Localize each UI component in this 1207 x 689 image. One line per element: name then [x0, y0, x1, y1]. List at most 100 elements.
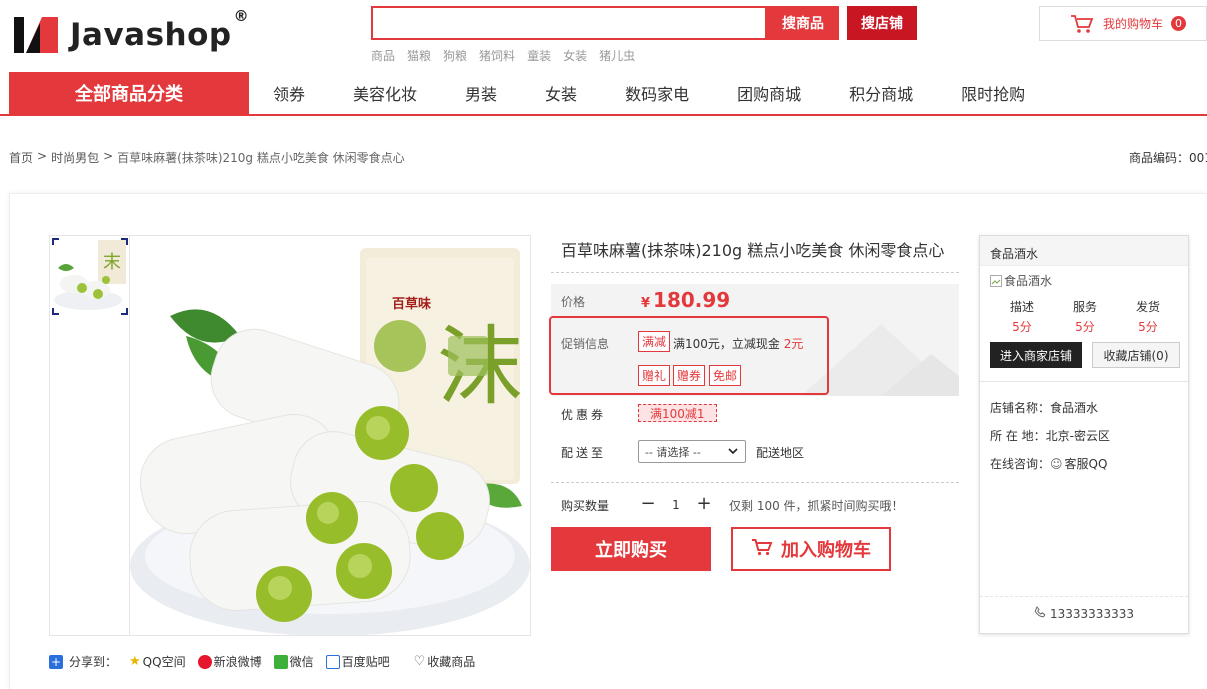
ship-region-select[interactable]: -- 请选择 -- [638, 440, 746, 463]
promo-tag-coupon: 赠券 [673, 365, 706, 386]
add-to-cart-button[interactable]: 加入购物车 [731, 527, 891, 571]
hot-word[interactable]: 猪饲料 [479, 47, 515, 64]
score-description: 描述 5分 [1009, 300, 1034, 334]
share-qzone[interactable]: ★ QQ空间 [129, 653, 186, 670]
qq-icon: ☺ [1050, 456, 1063, 471]
divider [551, 272, 959, 273]
coupon-badge[interactable]: 满100减1 [638, 404, 717, 422]
hot-word[interactable]: 猫粮 [407, 47, 431, 64]
promo-label: 促销信息 [561, 337, 610, 351]
svg-text:末: 末 [103, 252, 121, 273]
share-tieba[interactable]: 百度贴吧 [325, 653, 390, 670]
logo-text: Javashop® [70, 7, 250, 53]
nav-item-beauty[interactable]: 美容化妆 [329, 81, 441, 105]
qzone-icon: ★ [129, 654, 141, 669]
divider [551, 482, 959, 483]
buy-now-button[interactable]: 立即购买 [551, 527, 711, 571]
wechat-icon [273, 654, 288, 669]
shop-phone: 13333333333 [980, 606, 1188, 621]
enter-shop-button[interactable]: 进入商家店铺 [990, 342, 1082, 368]
nav-item-womenswear[interactable]: 女装 [521, 81, 601, 105]
share-bar: + 分享到： ★ QQ空间 新浪微博 微信 百度贴吧 ♡ 收藏商品 [49, 653, 475, 670]
score-service: 服务 5分 [1072, 300, 1097, 334]
promo-text: 满100元，立减现金 2元 [673, 337, 804, 351]
hot-word[interactable]: 狗粮 [443, 47, 467, 64]
score-delivery: 发货 5分 [1135, 300, 1160, 334]
favorite-shop-button[interactable]: 收藏店铺(0) [1092, 342, 1180, 368]
search-goods-button[interactable]: 搜商品 [767, 6, 839, 40]
hot-word[interactable]: 童装 [527, 47, 551, 64]
cart-button[interactable]: 我的购物车 0 [1039, 6, 1207, 41]
nav-item-groupbuy[interactable]: 团购商城 [713, 81, 825, 105]
tieba-icon [325, 654, 340, 669]
divider [980, 596, 1188, 597]
nav-item-digital[interactable]: 数码家电 [601, 81, 713, 105]
breadcrumb-sep: > [103, 149, 114, 163]
share-plus-icon: + [49, 654, 63, 669]
nav-items: 领券 美容化妆 男装 女装 数码家电 团购商城 积分商城 限时抢购 [249, 72, 1049, 114]
price-label: 价格 [561, 295, 586, 309]
price-value: ¥180.99 [641, 288, 731, 312]
breadcrumb-sep: > [37, 149, 48, 163]
shop-panel: 食品酒水 食品酒水 描述 5分 服务 5分 发货 5分 进入商家店铺 收藏店铺(0) … [979, 235, 1189, 634]
hot-word[interactable]: 商品 [371, 47, 395, 64]
search-shop-button[interactable]: 搜店铺 [847, 6, 917, 40]
breadcrumb: 首页 > 时尚男包 > 百草味麻薯(抹茶味)210g 糕点小吃美食 休闲零食点心 [9, 149, 405, 166]
nav-item-coupons[interactable]: 领券 [249, 81, 329, 105]
thumbnail-list: 末 [49, 235, 130, 636]
shop-logo-image[interactable]: 食品酒水 [990, 272, 1052, 289]
search-input[interactable] [373, 8, 765, 38]
ship-label: 配送至 [561, 446, 607, 460]
promo-tag-gift: 赠礼 [638, 365, 671, 386]
stock-text: 仅剩 100 件，抓紧时间购买哦！ [729, 499, 904, 513]
promo-tag-freeship: 免邮 [709, 365, 742, 386]
breadcrumb-category[interactable]: 时尚男包 [51, 149, 99, 166]
qty-plus-button[interactable]: + [694, 495, 714, 515]
nav-item-flashsale[interactable]: 限时抢购 [937, 81, 1049, 105]
cart-count-badge: 0 [1171, 16, 1187, 31]
goods-code: 商品编码：001 [1129, 151, 1207, 165]
breadcrumb-current: 百草味麻薯(抹茶味)210g 糕点小吃美食 休闲零食点心 [117, 151, 405, 165]
cart-icon [1070, 14, 1094, 37]
share-label: 分享到： [69, 655, 118, 669]
hot-word[interactable]: 女装 [563, 47, 587, 64]
share-weibo[interactable]: 新浪微博 [197, 653, 262, 670]
thumbnail-image: 末 [54, 240, 126, 310]
weibo-icon [197, 654, 212, 669]
search-box [371, 6, 767, 40]
main-product-image[interactable]: 百草味 沫 [129, 235, 531, 636]
hot-words: 商品 猫粮 狗粮 猪饲料 童装 女装 猪儿虫 [371, 47, 635, 64]
quantity-stepper: − 1 + [638, 495, 714, 515]
cart-icon [751, 538, 773, 561]
store-name-row: 店铺名称： 食品酒水 [990, 401, 1099, 415]
ship-area-text: 配送地区 [756, 446, 805, 460]
product-photo: 百草味 沫 [130, 248, 530, 635]
qty-input[interactable]: 1 [658, 495, 694, 515]
promo-tag-discount: 满减 [638, 331, 671, 352]
heart-icon: ♡ [413, 654, 426, 669]
thumbnail-item[interactable]: 末 [51, 237, 129, 316]
location-row: 所 在 地： 北京-密云区 [990, 429, 1110, 443]
shop-name-header: 食品酒水 [980, 236, 1188, 266]
product-title: 百草味麻薯(抹茶味)210g 糕点小吃美食 休闲零食点心 [561, 241, 945, 260]
share-wechat[interactable]: 微信 [273, 653, 314, 670]
nav-item-menswear[interactable]: 男装 [441, 81, 521, 105]
breadcrumb-home[interactable]: 首页 [9, 149, 33, 166]
consult-row: 在线咨询： ☺ 客服QQ [990, 455, 1108, 472]
package-brand: 百草味 [392, 296, 431, 312]
qq-consult-link[interactable]: 客服QQ [1065, 455, 1108, 472]
hot-word[interactable]: 猪儿虫 [599, 47, 635, 64]
logo-mark-icon [12, 13, 60, 57]
nav-item-points[interactable]: 积分商城 [825, 81, 937, 105]
qty-label: 购买数量 [561, 499, 610, 513]
all-categories-button[interactable]: 全部商品分类 [9, 72, 249, 114]
favorite-goods-button[interactable]: ♡ 收藏商品 [414, 653, 476, 670]
site-logo[interactable]: Javashop® [12, 7, 250, 58]
divider [980, 381, 1188, 382]
broken-image-icon [990, 274, 1002, 287]
phone-icon [1034, 606, 1046, 621]
cart-label: 我的购物车 [1103, 17, 1164, 31]
qty-minus-button[interactable]: − [638, 495, 658, 515]
chevron-down-icon [728, 445, 738, 460]
main-nav: 全部商品分类 领券 美容化妆 男装 女装 数码家电 团购商城 积分商城 限时抢购 [0, 72, 1207, 116]
